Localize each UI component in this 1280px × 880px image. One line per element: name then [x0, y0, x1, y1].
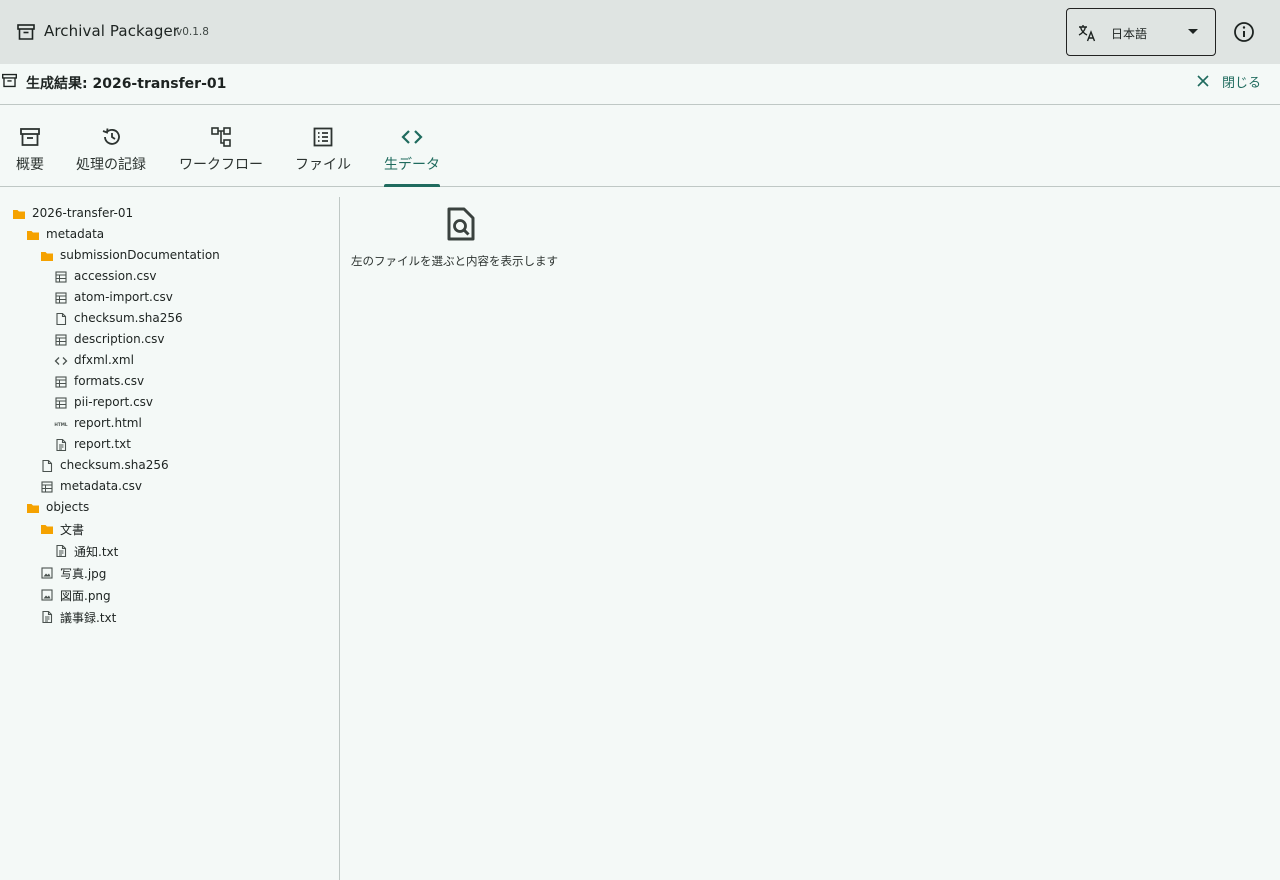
tab-overview[interactable]: 概要: [16, 105, 46, 187]
tree-item-label: atom-import.csv: [74, 290, 173, 304]
result-header: 生成結果: 2026-transfer-01 閉じる: [0, 64, 1280, 105]
file-tree: 2026-transfer-01 metadata submissionDocume…: [0, 197, 340, 880]
tree-item-label: submissionDocumentation: [60, 248, 220, 262]
tree-item-label: pii-report.csv: [74, 395, 154, 409]
tab-workflow[interactable]: ワークフロー: [179, 105, 265, 187]
info-icon[interactable]: [1232, 20, 1256, 44]
table-file-icon: [55, 292, 67, 304]
code-file-icon: [54, 357, 68, 365]
code-icon: [401, 130, 423, 144]
history-icon: [102, 128, 120, 145]
result-title: 生成結果: 2026-transfer-01: [26, 76, 227, 92]
tab-label: ワークフロー: [179, 157, 263, 173]
table-file-icon: [55, 397, 67, 409]
folder-icon: [27, 231, 39, 240]
tab-label: ファイル: [295, 157, 351, 173]
tree-item-label: report.txt: [74, 437, 131, 451]
tree-item-label: checksum.sha256: [74, 311, 183, 325]
language-select-value: 日本語: [1111, 27, 1148, 41]
tab-history[interactable]: 処理の記録: [76, 105, 148, 187]
workflow-icon: [211, 127, 231, 147]
table-file-icon: [55, 271, 67, 283]
text-file-icon: [42, 610, 53, 624]
file-search-icon: [447, 207, 475, 241]
tree-item-label: 図面.png: [60, 589, 111, 603]
tab-label: 生データ: [384, 157, 440, 173]
close-icon: [1197, 75, 1209, 87]
table-file-icon: [41, 481, 53, 493]
folder-icon: [13, 210, 25, 219]
tree-item-label: 2026-transfer-01: [32, 206, 134, 220]
chevron-down-icon: [1188, 29, 1198, 34]
file-icon: [56, 312, 67, 326]
tab-bar: 概要 処理の記録 ワークフロー ファイル 生データ: [0, 105, 1280, 187]
close-button-label: 閉じる: [1222, 76, 1262, 91]
translate-icon: [1078, 25, 1096, 42]
tree-item-label: accession.csv: [74, 269, 157, 283]
tree-item-label: 写真.jpg: [60, 567, 107, 581]
svg-text:HTML: HTML: [54, 422, 68, 427]
tab-files[interactable]: ファイル: [295, 105, 353, 187]
archive-icon: [20, 128, 40, 146]
preview-message: 左のファイルを選ぶと内容を表示します: [351, 254, 558, 268]
tab-label: 処理の記録: [76, 157, 146, 173]
tree-item-label: checksum.sha256: [60, 458, 169, 472]
text-file-icon: [56, 438, 67, 452]
folder-icon: [41, 525, 53, 534]
table-file-icon: [55, 334, 67, 346]
app-bar: Archival Packager v0.1.8 日本語: [0, 0, 1280, 64]
tree-item-label: description.csv: [74, 332, 165, 346]
archive-icon: [2, 73, 17, 88]
tree-item-label: 議事録.txt: [60, 611, 117, 625]
tree-item-label: metadata: [46, 227, 105, 241]
tree-item-label: formats.csv: [74, 374, 145, 388]
tree-item-label: report.html: [74, 416, 142, 430]
archive-box-icon: [17, 24, 35, 40]
image-file-icon: [41, 589, 53, 601]
folder-icon: [41, 252, 53, 261]
tab-raw-data[interactable]: 生データ: [384, 105, 442, 187]
html-file-icon: HTML: [54, 422, 68, 427]
app-title: Archival Packager: [44, 22, 180, 40]
language-select[interactable]: 日本語: [1066, 8, 1216, 56]
tree-item-label: 文書: [60, 523, 85, 537]
list-icon: [313, 127, 333, 147]
image-file-icon: [41, 567, 53, 579]
app-version: v0.1.8: [176, 26, 209, 38]
tree-item-label: dfxml.xml: [74, 353, 134, 367]
preview-pane: 左のファイルを選ぶと内容を表示します: [341, 197, 1280, 880]
tree-item-label: metadata.csv: [60, 479, 142, 493]
tab-label: 概要: [16, 157, 44, 173]
file-icon: [42, 459, 53, 473]
folder-icon: [27, 504, 39, 513]
tree-item-label: objects: [46, 500, 90, 514]
active-tab-indicator: [384, 184, 440, 187]
text-file-icon: [56, 544, 67, 558]
table-file-icon: [55, 376, 67, 388]
tree-item-label: 通知.txt: [74, 545, 119, 559]
